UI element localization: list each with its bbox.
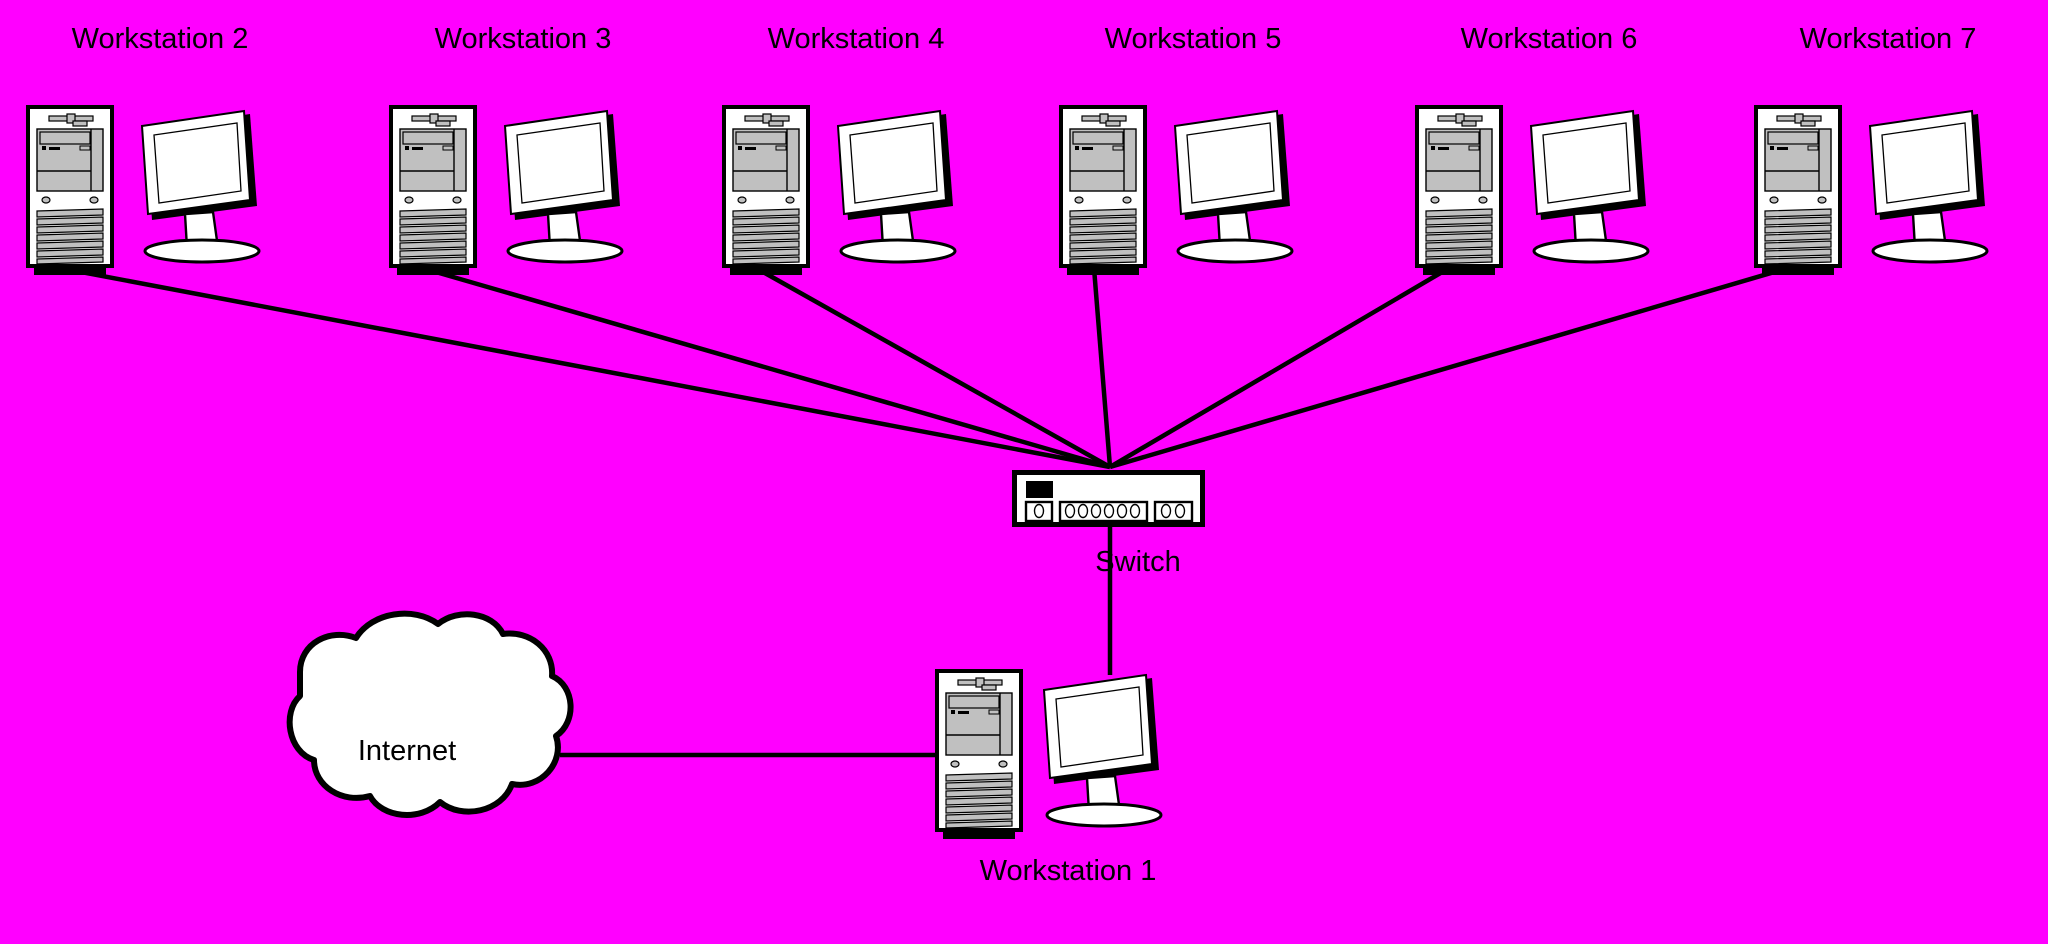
workstation-1-label: Workstation 1: [979, 855, 1157, 887]
internet-cloud-icon[interactable]: [286, 610, 574, 818]
tower-icon: [721, 104, 811, 276]
workstation-1[interactable]: [934, 668, 1163, 840]
tower-icon: [1058, 104, 1148, 276]
tower-icon: [1753, 104, 1843, 276]
workstation-6-label: Workstation 6: [1460, 23, 1638, 55]
tower-icon: [388, 104, 478, 276]
switch-device[interactable]: [1012, 470, 1205, 527]
tower-icon: [1414, 104, 1504, 276]
workstation-5-label: Workstation 5: [1104, 23, 1282, 55]
workstation-7-label: Workstation 7: [1799, 23, 1977, 55]
switch-port-group-c: [1153, 500, 1194, 523]
tower-icon: [934, 668, 1024, 840]
switch-led-icon: [1026, 481, 1053, 498]
workstation-2-label: Workstation 2: [71, 23, 249, 55]
diagram-svg: [0, 0, 2048, 944]
workstation-3-label: Workstation 3: [434, 23, 612, 55]
switch-label: Switch: [1095, 546, 1181, 578]
workstation-4-label: Workstation 4: [767, 23, 945, 55]
network-diagram-canvas: Workstation 2 Workstation 3 Workstation …: [0, 0, 2048, 944]
internet-label: Internet: [357, 735, 457, 767]
tower-icon: [25, 104, 115, 276]
